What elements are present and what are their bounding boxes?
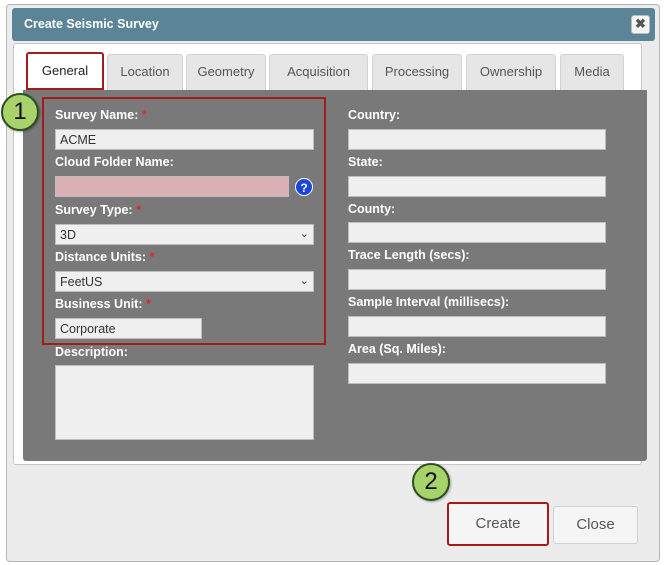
tab-ownership[interactable]: Ownership <box>466 54 556 90</box>
description-label: Description: <box>55 345 128 359</box>
trace-length-input[interactable] <box>348 269 606 290</box>
tab-geometry[interactable]: Geometry <box>186 54 266 90</box>
callout-badge-2: 2 <box>412 463 450 501</box>
close-icon[interactable]: ✖ <box>631 15 650 34</box>
tab-general[interactable]: General <box>26 52 104 90</box>
county-label: County: <box>348 202 396 216</box>
required-fields-highlight <box>42 97 326 345</box>
description-textarea[interactable] <box>55 365 314 440</box>
tab-location[interactable]: Location <box>107 54 183 90</box>
callout-badge-1: 1 <box>1 93 39 131</box>
sample-interval-input[interactable] <box>348 316 606 337</box>
tab-processing[interactable]: Processing <box>372 54 462 90</box>
tab-strip: General Location Geometry Acquisition Pr… <box>19 49 647 90</box>
state-label: State: <box>348 155 383 169</box>
create-button[interactable]: Create <box>447 502 549 546</box>
county-input[interactable] <box>348 222 606 243</box>
tab-media[interactable]: Media <box>560 54 624 90</box>
area-label: Area (Sq. Miles): <box>348 342 446 356</box>
tab-acquisition[interactable]: Acquisition <box>269 54 368 90</box>
close-button[interactable]: Close <box>553 506 638 544</box>
sample-interval-label: Sample Interval (millisecs): <box>348 295 510 309</box>
state-input[interactable] <box>348 176 606 197</box>
country-input[interactable] <box>348 129 606 150</box>
country-label: Country: <box>348 108 401 122</box>
area-input[interactable] <box>348 363 606 384</box>
dialog-title: Create Seismic Survey <box>24 17 159 31</box>
dialog-titlebar: Create Seismic Survey ✖ <box>12 8 655 41</box>
trace-length-label: Trace Length (secs): <box>348 248 470 262</box>
